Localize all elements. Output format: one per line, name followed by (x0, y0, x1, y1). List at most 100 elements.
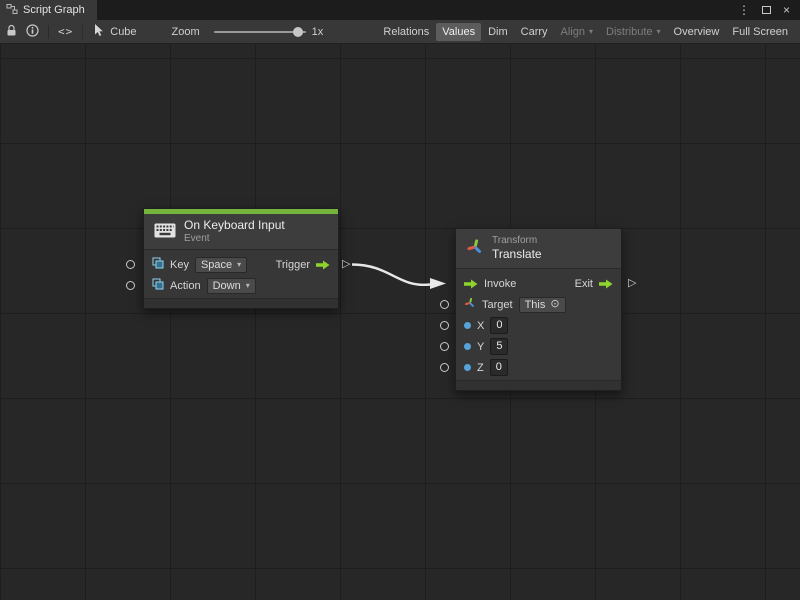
align-label: Align (561, 26, 585, 38)
z-input-port[interactable] (440, 363, 449, 372)
y-input-port[interactable] (440, 342, 449, 351)
chevron-down-icon: ▾ (657, 28, 661, 36)
window-tab-bar: Script Graph ⋮ × (0, 0, 800, 20)
window-controls: ⋮ × (738, 0, 800, 20)
chevron-down-icon: ▾ (246, 282, 250, 290)
invoke-row: Invoke Exit (456, 273, 621, 294)
chevron-down-icon: ▾ (589, 28, 593, 36)
close-icon[interactable]: × (783, 4, 790, 16)
x-input-port[interactable] (440, 321, 449, 330)
cursor-icon (92, 23, 104, 40)
key-row: Key Space ▾ Trigger (144, 254, 338, 275)
zoom-slider[interactable] (214, 31, 306, 33)
node-body: Invoke Exit Target (456, 269, 621, 380)
overview-label: Overview (674, 26, 720, 38)
transform-mini-icon (464, 297, 476, 312)
node-subtitle: Event (184, 233, 285, 246)
fullscreen-button[interactable]: Full Screen (726, 23, 794, 41)
dim-button[interactable]: Dim (482, 23, 514, 41)
tab-script-graph[interactable]: Script Graph (0, 0, 97, 20)
value-port-dot-icon (464, 322, 471, 329)
value-port-dot-icon (464, 343, 471, 350)
action-row: Action Down ▾ (144, 275, 338, 296)
dim-label: Dim (488, 26, 508, 38)
target-label: Target (482, 299, 513, 311)
distribute-label: Distribute (606, 26, 652, 38)
fullscreen-label: Full Screen (732, 26, 788, 38)
key-dropdown-value: Space (201, 259, 232, 271)
trigger-output-arrow-icon[interactable] (316, 260, 330, 270)
values-label: Values (442, 26, 475, 38)
zoom-label: Zoom (172, 26, 200, 38)
x-row: X 0 (456, 315, 621, 336)
script-graph-icon (6, 3, 18, 18)
node-footer (144, 298, 338, 308)
y-row: Y 5 (456, 336, 621, 357)
target-chip-value: This (525, 299, 546, 311)
node-category: Transform (492, 235, 542, 248)
chevron-down-icon: ▾ (237, 261, 241, 269)
port-icon (152, 278, 164, 293)
carry-button[interactable]: Carry (515, 23, 554, 41)
menu-dots-icon[interactable]: ⋮ (738, 4, 750, 16)
carry-label: Carry (521, 26, 548, 38)
toolbar-buttons: Relations Values Dim Carry Align ▾ Distr… (377, 23, 794, 41)
port-icon (152, 257, 164, 272)
target-object-label: Cube (110, 26, 136, 38)
y-label: Y (477, 341, 484, 353)
graph-canvas[interactable]: On Keyboard Input Event Key Space ▾ Tri (0, 44, 800, 600)
info-icon[interactable] (26, 24, 39, 40)
distribute-button[interactable]: Distribute ▾ (600, 23, 666, 41)
zoom-value: 1x (312, 26, 324, 38)
trigger-output-port[interactable]: ▷ (342, 259, 350, 270)
graph-toolbar: <> Cube Zoom 1x Relations Values Dim Car… (0, 20, 800, 44)
exit-label: Exit (575, 278, 593, 290)
key-dropdown[interactable]: Space ▾ (195, 257, 247, 273)
value-port-dot-icon (464, 364, 471, 371)
transform-icon (466, 238, 484, 259)
node-header[interactable]: Transform Translate (456, 229, 621, 269)
connection-wire (0, 44, 800, 600)
align-button[interactable]: Align ▾ (555, 23, 599, 41)
node-on-keyboard-input[interactable]: On Keyboard Input Event Key Space ▾ Tri (143, 208, 339, 309)
z-value-field[interactable]: 0 (490, 359, 508, 376)
toolbar-separator (48, 25, 49, 39)
node-transform-translate[interactable]: Transform Translate Invoke Exit (455, 228, 622, 391)
z-row: Z 0 (456, 357, 621, 378)
tab-title: Script Graph (23, 4, 85, 16)
invoke-label: Invoke (484, 278, 516, 290)
relations-button[interactable]: Relations (377, 23, 435, 41)
edit-script-icon[interactable]: <> (58, 25, 73, 38)
overview-button[interactable]: Overview (668, 23, 726, 41)
node-title: On Keyboard Input (184, 218, 285, 233)
keyboard-icon (154, 223, 176, 241)
node-footer (456, 380, 621, 390)
node-body: Key Space ▾ Trigger (144, 250, 338, 298)
target-row: Target This ⊙ (456, 294, 621, 315)
object-picker-icon[interactable]: ⊙ (550, 299, 559, 310)
relations-label: Relations (383, 26, 429, 38)
key-input-port[interactable] (126, 260, 135, 269)
exit-output-arrow-icon[interactable] (599, 279, 613, 289)
target-object-chip[interactable]: This ⊙ (519, 297, 566, 313)
z-label: Z (477, 362, 484, 374)
action-dropdown[interactable]: Down ▾ (207, 278, 256, 294)
zoom-slider-handle[interactable] (293, 27, 303, 37)
values-button[interactable]: Values (436, 23, 481, 41)
x-label: X (477, 320, 484, 332)
x-value-field[interactable]: 0 (490, 317, 508, 334)
toolbar-separator (82, 25, 83, 39)
target-input-port[interactable] (440, 300, 449, 309)
maximize-icon[interactable] (762, 1, 771, 19)
y-value-field[interactable]: 5 (490, 338, 508, 355)
graph-target[interactable]: Cube (92, 23, 136, 40)
node-title: Translate (492, 247, 542, 262)
trigger-label: Trigger (276, 259, 310, 271)
node-header[interactable]: On Keyboard Input Event (144, 214, 338, 250)
lock-icon[interactable] (6, 24, 17, 40)
exit-output-port[interactable]: ▷ (628, 278, 636, 289)
invoke-input-arrow-icon[interactable] (464, 279, 478, 289)
action-label: Action (170, 280, 201, 292)
action-input-port[interactable] (126, 281, 135, 290)
key-label: Key (170, 259, 189, 271)
